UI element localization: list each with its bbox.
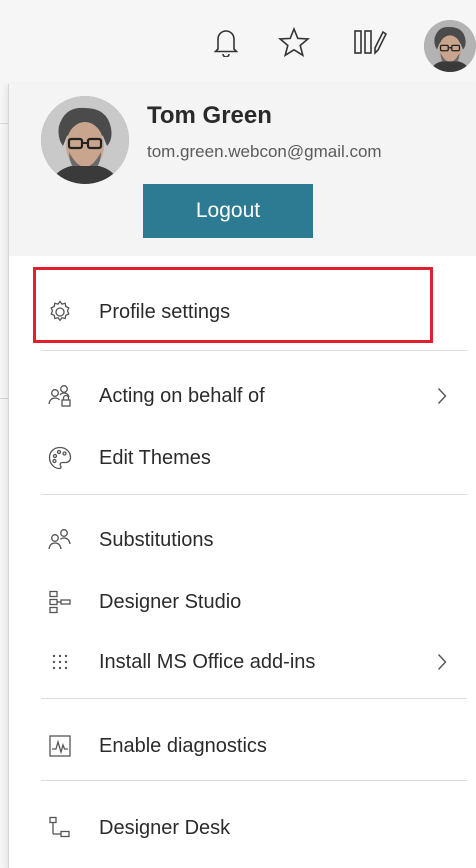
- profile-header: Tom Green tom.green.webcon@gmail.com Log…: [9, 84, 476, 256]
- top-bar: [0, 0, 476, 84]
- menu-item-label: Designer Desk: [99, 816, 231, 839]
- palette-icon: [47, 445, 73, 471]
- users-lock-icon: [47, 383, 73, 409]
- avatar: [41, 96, 129, 184]
- menu-item-label: Acting on behalf of: [99, 384, 265, 407]
- background-page-edge: [0, 84, 8, 868]
- panels-edit-icon[interactable]: [348, 20, 392, 64]
- user-name: Tom Green: [147, 102, 272, 129]
- menu-item-profile-settings[interactable]: Profile settings: [9, 286, 476, 338]
- menu-item-enable-diagnostics[interactable]: Enable diagnostics: [9, 720, 476, 772]
- chevron-right-icon: [435, 386, 449, 406]
- menu-item-label: Profile settings: [99, 300, 231, 323]
- menu-item-label: Install MS Office add-ins: [99, 650, 316, 673]
- menu-item-edit-themes[interactable]: Edit Themes: [9, 432, 476, 484]
- menu-item-designer-studio[interactable]: Designer Studio: [9, 576, 476, 628]
- user-avatar-button[interactable]: [424, 20, 476, 72]
- flow-icon: [47, 815, 73, 841]
- hierarchy-icon: [47, 589, 73, 615]
- bell-icon[interactable]: [204, 20, 248, 64]
- divider: [0, 398, 8, 399]
- divider: [41, 698, 467, 699]
- activity-chart-icon: [47, 733, 73, 759]
- avatar: [424, 20, 476, 72]
- star-icon[interactable]: [272, 20, 316, 64]
- menu-item-label: Edit Themes: [99, 446, 211, 469]
- divider: [41, 350, 467, 351]
- menu-item-acting-on-behalf-of[interactable]: Acting on behalf of: [9, 370, 476, 422]
- user-menu-dropdown: Tom Green tom.green.webcon@gmail.com Log…: [8, 84, 476, 868]
- divider: [41, 780, 467, 781]
- divider: [41, 494, 467, 495]
- menu-item-substitutions[interactable]: Substitutions: [9, 514, 476, 566]
- menu-item-install-ms-office-add-ins[interactable]: Install MS Office add-ins: [9, 636, 476, 688]
- divider: [0, 123, 8, 124]
- gear-icon: [47, 299, 73, 325]
- menu-item-label: Enable diagnostics: [99, 734, 267, 757]
- users-icon: [47, 527, 73, 553]
- grid-dots-icon: [47, 649, 73, 675]
- menu-item-label: Designer Studio: [99, 590, 242, 613]
- profile-avatar: [41, 96, 129, 184]
- menu-item-label: Substitutions: [99, 528, 214, 551]
- menu-item-designer-desk[interactable]: Designer Desk: [9, 802, 476, 854]
- logout-button[interactable]: Logout: [143, 184, 313, 238]
- chevron-right-icon: [435, 652, 449, 672]
- user-email: tom.green.webcon@gmail.com: [147, 142, 382, 161]
